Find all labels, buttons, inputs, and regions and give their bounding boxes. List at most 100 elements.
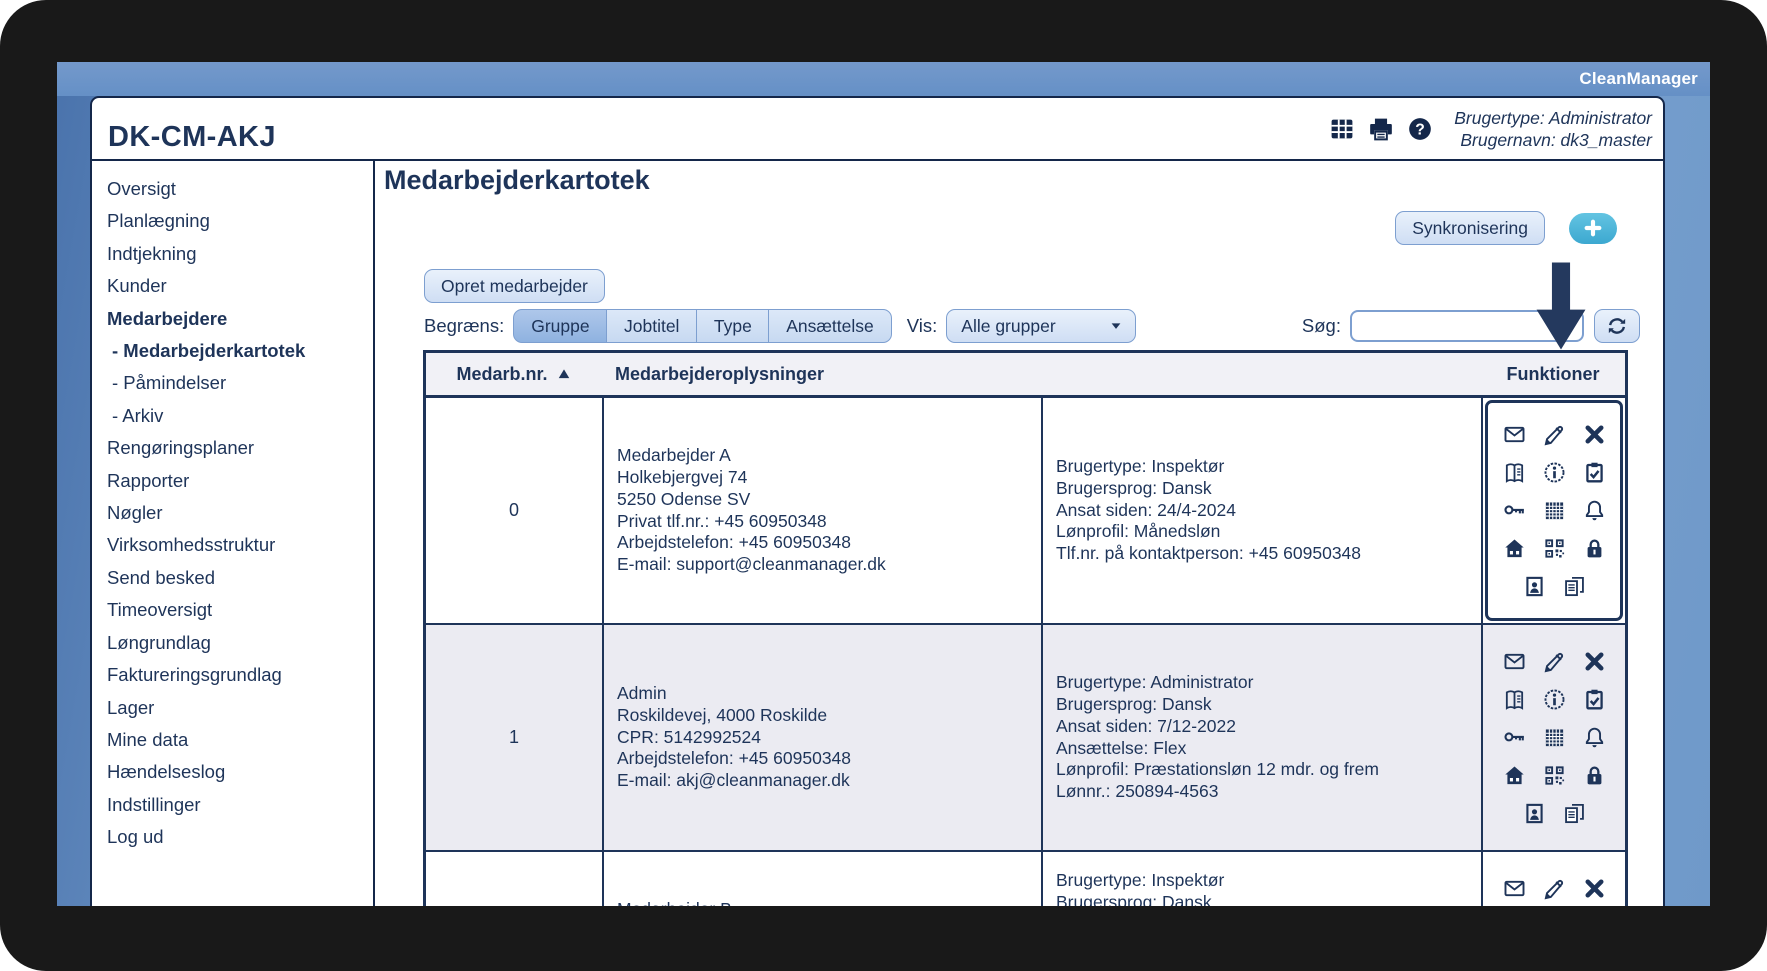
sidebar-item-faktureringsgrundlag[interactable]: Faktureringsgrundlag	[107, 659, 373, 691]
sidebar-item-mine-data[interactable]: Mine data	[107, 724, 373, 756]
column-header-number-label: Medarb.nr.	[456, 363, 548, 384]
key-icon[interactable]	[1503, 499, 1526, 522]
home-icon[interactable]	[1503, 764, 1526, 787]
sidebar-item-longrundlag[interactable]: Løngrundlag	[107, 627, 373, 659]
show-label: Vis:	[906, 315, 938, 336]
text-line: Holkebjergvej 74	[617, 466, 748, 487]
notification-bell-icon[interactable]	[1583, 726, 1606, 749]
text-line: Tlf.nr. på kontaktperson: +45 60950348	[1056, 543, 1362, 564]
edit-icon[interactable]	[1543, 423, 1566, 446]
edit-icon[interactable]	[1543, 877, 1566, 900]
employee-details: Brugertype: Inspektør Brugersprog: Dansk A…	[1041, 398, 1481, 623]
sidebar-item-paamindelser[interactable]: - Påmindelser	[107, 367, 373, 399]
employee-actions-cell	[1481, 625, 1625, 850]
segment-ansaettelse[interactable]: Ansættelse	[768, 309, 892, 343]
create-employee-button[interactable]: Opret medarbejder	[424, 269, 605, 303]
timesheet-icon[interactable]	[1503, 688, 1526, 711]
sidebar-item-oversigt[interactable]: Oversigt	[107, 173, 373, 205]
checklist-icon[interactable]	[1583, 688, 1606, 711]
desktop-background: CleanManager DK-CM-AKJ Brugertype: Admin…	[57, 62, 1710, 906]
dropdown-value: Alle grupper	[961, 315, 1056, 336]
sidebar-item-indstillinger[interactable]: Indstillinger	[107, 789, 373, 821]
user-name-label: Brugernavn: dk3_master	[1460, 129, 1652, 150]
sidebar-item-rapporter[interactable]: Rapporter	[107, 465, 373, 497]
sidebar-item-lager[interactable]: Lager	[107, 692, 373, 724]
add-employee-plus-button[interactable]	[1569, 212, 1617, 244]
browser-topbar: CleanManager	[57, 62, 1710, 96]
sidebar-item-medarbejdere[interactable]: Medarbejdere	[107, 303, 373, 335]
print-icon[interactable]	[1368, 116, 1394, 142]
info-icon[interactable]	[1543, 688, 1566, 711]
lock-icon[interactable]	[1583, 537, 1606, 560]
brand-cleanmanager: CleanManager	[1579, 69, 1698, 88]
delete-icon[interactable]	[1583, 423, 1606, 446]
mail-icon[interactable]	[1503, 877, 1526, 900]
action-icon-grid	[1503, 877, 1606, 906]
segment-jobtitel[interactable]: Jobtitel	[606, 309, 698, 343]
sidebar-item-send-besked[interactable]: Send besked	[107, 562, 373, 594]
sidebar-item-timeoversigt[interactable]: Timeoversigt	[107, 594, 373, 626]
limit-label: Begræns:	[424, 315, 505, 336]
sidebar-item-planlaegning[interactable]: Planlægning	[107, 205, 373, 237]
sidebar-item-log-ud[interactable]: Log ud	[107, 821, 373, 853]
refresh-button[interactable]	[1594, 309, 1640, 343]
text-line: Brugertype: Inspektør	[1056, 870, 1225, 890]
column-header-details	[1041, 353, 1481, 395]
table-view-icon[interactable]	[1329, 116, 1355, 142]
photo-id-icon[interactable]	[1523, 575, 1546, 598]
qr-code-icon[interactable]	[1543, 537, 1566, 560]
actions-box	[1485, 627, 1623, 848]
notification-bell-icon[interactable]	[1583, 499, 1606, 522]
mail-icon[interactable]	[1503, 423, 1526, 446]
top-actions: Synkronisering	[1395, 211, 1617, 245]
sidebar-item-kunder[interactable]: Kunder	[107, 270, 373, 302]
group-filter-dropdown[interactable]: Alle grupper	[946, 309, 1137, 343]
sidebar-item-haendelseslog[interactable]: Hændelseslog	[107, 756, 373, 788]
sidebar-item-rengoringsplaner[interactable]: Rengøringsplaner	[107, 432, 373, 464]
documents-icon[interactable]	[1563, 575, 1586, 598]
sidebar-item-indtjekning[interactable]: Indtjekning	[107, 238, 373, 270]
text-line: Roskildevej, 4000 Roskilde	[617, 704, 828, 725]
segment-type[interactable]: Type	[695, 309, 770, 343]
actions-highlight-box	[1485, 400, 1623, 621]
synchronize-button[interactable]: Synkronisering	[1395, 211, 1545, 245]
column-header-number[interactable]: Medarb.nr.	[426, 353, 602, 395]
documents-icon[interactable]	[1563, 802, 1586, 825]
window-body: Oversigt Planlægning Indtjekning Kunder …	[92, 161, 1663, 906]
sidebar-nav: Oversigt Planlægning Indtjekning Kunder …	[92, 161, 375, 906]
column-header-info[interactable]: Medarbejderoplysninger	[602, 353, 1041, 395]
sidebar-item-nogler[interactable]: Nøgler	[107, 497, 373, 529]
qr-code-icon[interactable]	[1543, 764, 1566, 787]
photo-id-icon[interactable]	[1523, 802, 1546, 825]
delete-icon[interactable]	[1583, 877, 1606, 900]
calendar-icon[interactable]	[1543, 499, 1566, 522]
employee-number: 1	[508, 727, 519, 747]
home-icon[interactable]	[1503, 537, 1526, 560]
timesheet-icon[interactable]	[1503, 461, 1526, 484]
edit-icon[interactable]	[1543, 650, 1566, 673]
delete-icon[interactable]	[1583, 650, 1606, 673]
refresh-icon	[1606, 315, 1628, 337]
mail-icon[interactable]	[1503, 650, 1526, 673]
segment-gruppe[interactable]: Gruppe	[513, 309, 608, 343]
info-icon[interactable]	[1543, 461, 1566, 484]
key-icon[interactable]	[1503, 726, 1526, 749]
sidebar-item-virksomhedsstruktur[interactable]: Virksomhedsstruktur	[107, 529, 373, 561]
text-line: Arbejdstelefon: +45 60950348	[617, 532, 852, 553]
sidebar-item-medarbejderkartotek[interactable]: - Medarbejderkartotek	[107, 335, 373, 367]
help-icon[interactable]	[1407, 116, 1433, 142]
text-line: Ansat siden: 7/12-2022	[1056, 715, 1236, 736]
header-tools: Brugertype: Administrator Brugernavn: dk…	[1329, 107, 1652, 151]
employee-actions-cell	[1481, 398, 1625, 623]
text-line: Ansættelse: Flex	[1056, 737, 1187, 758]
text-line: Admin	[617, 683, 667, 703]
employee-number	[426, 852, 602, 906]
employee-info: Medarbejder A Holkebjergvej 74 5250 Odense…	[602, 398, 1041, 623]
text-line: Brugertype: Administrator	[1056, 672, 1254, 693]
checklist-icon[interactable]	[1583, 461, 1606, 484]
lock-icon[interactable]	[1583, 764, 1606, 787]
text-line: E-mail: support@cleanmanager.dk	[617, 554, 886, 575]
user-type-label: Brugertype: Administrator	[1454, 107, 1652, 128]
calendar-icon[interactable]	[1543, 726, 1566, 749]
sidebar-item-arkiv[interactable]: - Arkiv	[107, 400, 373, 432]
